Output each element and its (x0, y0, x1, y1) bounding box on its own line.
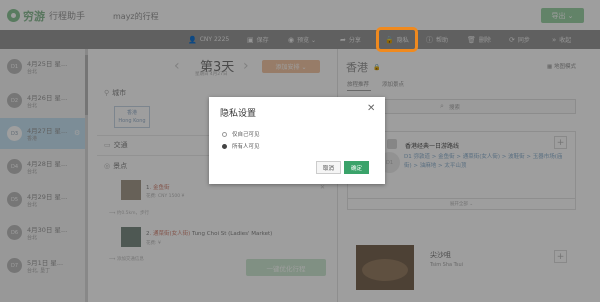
privacy-option-public[interactable]: 所有人可见 (222, 142, 260, 150)
radio-public[interactable] (222, 143, 227, 149)
cancel-button[interactable]: 取消 (316, 161, 341, 174)
app-root: 穷游 行程助手 mayz的行程 导出 ⌄ 👤 CNY 2225 ▣ 保存 ◉ 预览 ⌄… (0, 0, 600, 302)
radio-self[interactable] (222, 131, 227, 137)
option-self-label: 仅自己可见 (232, 132, 260, 138)
confirm-button[interactable]: 确定 (344, 161, 369, 174)
privacy-option-self[interactable]: 仅自己可见 (222, 130, 260, 138)
privacy-dialog: 隐私设置 ✕ 仅自己可见 所有人可见 取消 确定 (209, 97, 385, 184)
close-icon[interactable]: ✕ (367, 103, 375, 114)
dialog-title: 隐私设置 (220, 109, 257, 119)
option-public-label: 所有人可见 (232, 144, 260, 150)
privacy-highlight-box (376, 27, 418, 52)
